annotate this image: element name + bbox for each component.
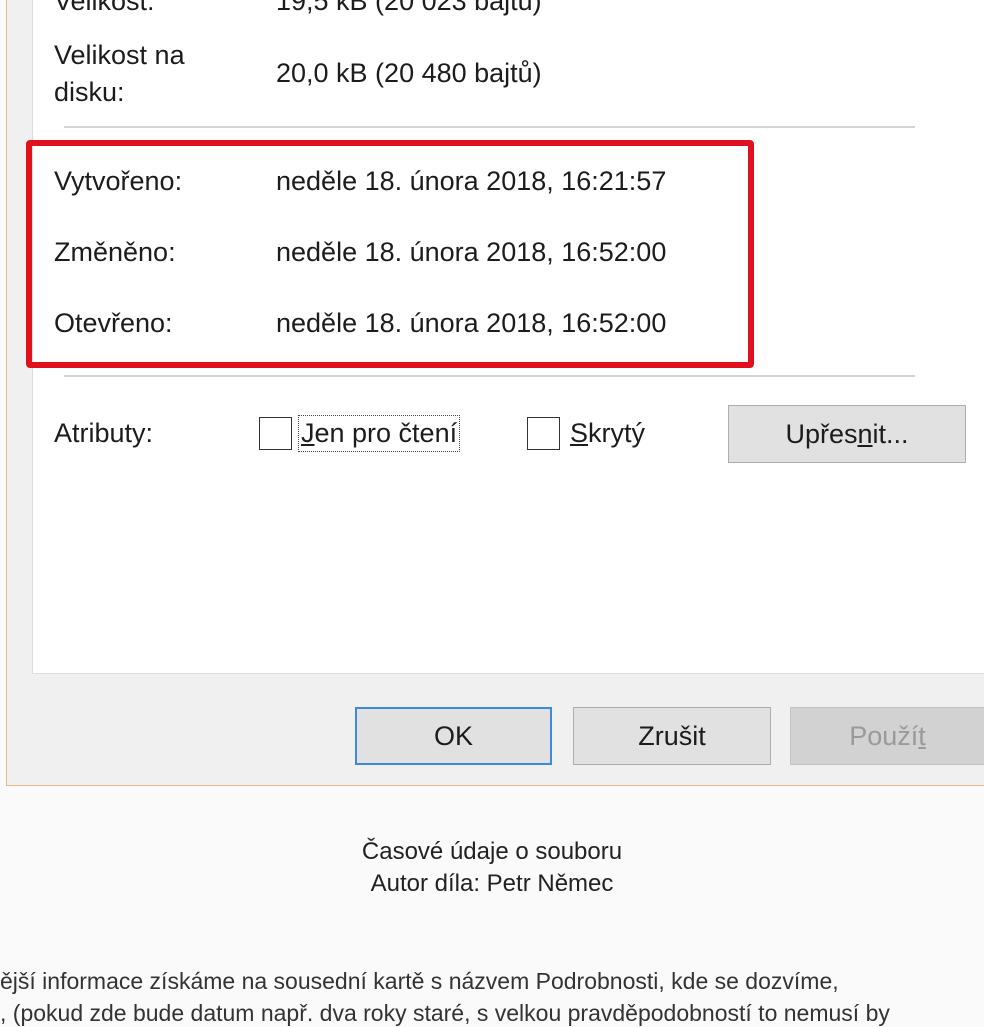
hidden-label-post: krytý <box>588 418 646 448</box>
advanced-label-pre: Upřes <box>785 418 858 449</box>
timestamps-highlight-box <box>26 140 754 368</box>
readonly-checkbox[interactable] <box>259 417 292 450</box>
hidden-checkbox[interactable] <box>527 417 560 450</box>
readonly-checkbox-label[interactable]: Jen pro čtení <box>297 415 461 452</box>
size-on-disk-label-line1: Velikost na <box>54 40 185 70</box>
cancel-button[interactable]: Zrušit <box>573 707 771 765</box>
size-value: 19,5 kB (20 023 bajtů) <box>276 0 542 16</box>
advanced-label-mnemonic: n <box>857 418 873 449</box>
size-label: Velikost: <box>54 0 155 16</box>
apply-label-mnemonic: t <box>918 720 926 751</box>
attributes-label: Atributy: <box>54 418 154 448</box>
separator-bottom <box>64 375 915 377</box>
apply-label-pre: Použí <box>849 720 919 751</box>
article-text-line1: ější informace získáme na sousední kartě… <box>0 968 839 994</box>
image-caption-title: Časové údaje o souboru <box>361 838 623 865</box>
ok-button[interactable]: OK <box>355 707 552 765</box>
size-on-disk-label-line2: disku: <box>54 77 125 107</box>
article-text-line2: , (pokud zde bude datum např. dva roky s… <box>0 1000 890 1026</box>
hidden-checkbox-label[interactable]: Skrytý <box>570 418 645 449</box>
hidden-label-mnemonic: S <box>570 418 589 448</box>
image-caption-author: Autor díla: Petr Němec <box>370 870 614 897</box>
size-on-disk-value: 20,0 kB (20 480 bajtů) <box>276 58 542 88</box>
advanced-label-post: it... <box>872 418 909 449</box>
advanced-button[interactable]: Upřes n it... <box>728 405 966 463</box>
readonly-label-mnemonic: J <box>301 418 315 448</box>
readonly-label-post: en pro čtení <box>314 418 458 448</box>
file-properties-dialog <box>6 0 984 786</box>
separator-top <box>64 126 915 128</box>
apply-button[interactable]: Použí t <box>790 707 984 765</box>
